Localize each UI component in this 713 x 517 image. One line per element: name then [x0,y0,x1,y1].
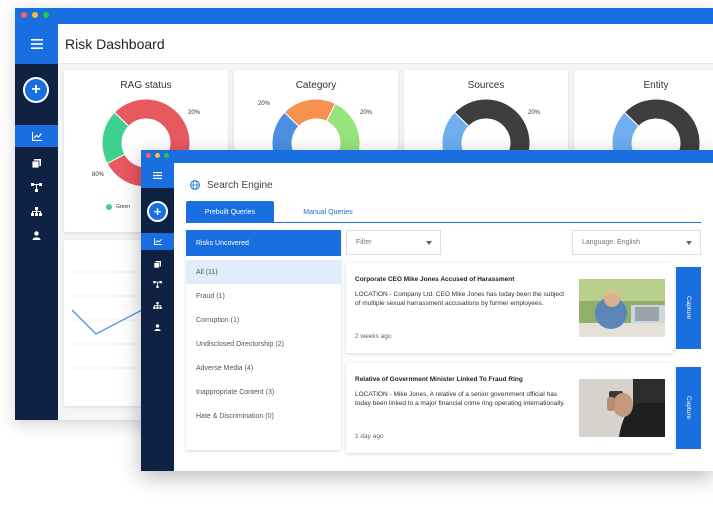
capture-label: Capture [685,296,692,320]
sidebar-item-documents[interactable] [141,256,174,273]
network-icon [31,182,42,192]
copy-icon [154,261,161,268]
add-button[interactable]: + [147,201,168,222]
news-thumbnail [579,279,665,337]
sidebar-item-analytics[interactable] [141,233,174,250]
legend-label-green: Green [116,204,130,210]
chart-icon [153,238,162,245]
stage: + Risk Dashboard RAG status 20% 80% Gree… [0,0,713,517]
user-icon [154,324,161,331]
tab-prebuilt-queries[interactable]: Prebuilt Queries [186,201,274,223]
category-adverse-media[interactable]: Adverse Media (4) [186,356,341,380]
category-undisclosed-directorship[interactable]: Undisclosed Directorship (2) [186,332,341,356]
tab-underline [186,222,701,223]
category-fraud[interactable]: Fraud (1) [186,284,341,308]
network-icon [153,281,162,288]
sidebar: + [15,24,58,420]
card-title: Category [295,80,337,91]
slice-label-red: 80% [92,172,105,178]
slice-label-green: 20% [188,110,201,116]
sidebar-item-hierarchy[interactable] [15,200,58,222]
chevron-down-icon [686,241,692,245]
language-value: Language: English [582,239,640,246]
user-icon [32,230,41,240]
news-photo [579,279,665,337]
card-title: Sources [467,80,505,91]
menu-button[interactable] [141,163,174,188]
risk-category-panel: Risks Uncovered All (11) Fraud (1) Corru… [186,230,341,450]
minimize-dot[interactable] [155,153,160,158]
category-hate-discrimination[interactable]: Hate & Discrimination (0) [186,404,341,428]
news-card[interactable]: Relative of Government Minister Linked T… [346,363,674,453]
minimize-dot[interactable] [32,12,38,18]
sitemap-icon [153,302,162,309]
news-thumbnail [579,379,665,437]
menu-button[interactable] [15,24,58,64]
window-titlebar [141,150,713,163]
hamburger-icon [153,172,162,179]
chevron-down-icon [426,241,432,245]
news-photo [579,379,665,437]
sidebar-item-network[interactable] [15,176,58,198]
news-body: LOCATION - Mike Jones, A relative of a s… [355,391,565,407]
category-corruption[interactable]: Corruption (1) [186,308,341,332]
card-title: Entity [643,80,669,91]
page-title: Search Engine [207,180,273,191]
slice-label-right: 20% [360,110,373,116]
capture-button[interactable]: Capture [676,367,701,449]
news-card[interactable]: Corporate CEO Mike Jones Accused of Hara… [346,263,674,353]
sitemap-icon [31,206,42,216]
sidebar-item-analytics[interactable] [15,125,58,147]
legend-swatch-green [106,204,112,210]
close-dot[interactable] [21,12,27,18]
search-engine-main: Search Engine Prebuilt Queries Manual Qu… [174,163,713,471]
slice-label-left: 20% [258,101,271,107]
copy-icon [32,158,41,168]
category-all[interactable]: All (11) [186,260,341,284]
sidebar-item-documents[interactable] [15,152,58,174]
sidebar-item-user[interactable] [15,224,58,246]
card-title: RAG status [120,80,172,91]
close-dot[interactable] [146,153,151,158]
globe-icon [190,180,200,190]
search-engine-window: + Search Engine Prebuilt Queries Manual … [141,150,713,471]
page-title: Risk Dashboard [65,36,165,52]
language-select[interactable]: Language: English [572,230,701,255]
maximize-dot[interactable] [164,153,169,158]
news-title[interactable]: Corporate CEO Mike Jones Accused of Hara… [355,276,514,283]
news-timestamp: 2 weeks ago [355,333,392,340]
sidebar-item-user[interactable] [141,319,174,336]
sidebar: + [141,163,174,471]
news-timestamp: 1 day ago [355,433,384,440]
chart-icon [31,131,42,141]
panel-header: Risks Uncovered [186,230,341,256]
capture-button[interactable]: Capture [676,267,701,349]
capture-label: Capture [685,396,692,420]
trend-series-line [71,309,143,335]
sidebar-item-hierarchy[interactable] [141,297,174,314]
tab-manual-queries[interactable]: Manual Queries [286,201,370,223]
news-body: LOCATION - Company Ltd. CEO Mike Jones h… [355,291,565,307]
hamburger-icon [30,39,43,49]
window-titlebar [15,8,713,24]
sidebar-item-network[interactable] [141,276,174,293]
filter-placeholder: Filter [356,239,372,246]
news-title[interactable]: Relative of Government Minister Linked T… [355,376,523,383]
maximize-dot[interactable] [43,12,49,18]
add-button[interactable]: + [23,77,49,103]
category-inappropriate-content[interactable]: Inappropriate Content (3) [186,380,341,404]
filter-select[interactable]: Filter [346,230,441,255]
slice-label-blue: 20% [528,110,541,116]
dashboard-header: Risk Dashboard [58,24,713,64]
